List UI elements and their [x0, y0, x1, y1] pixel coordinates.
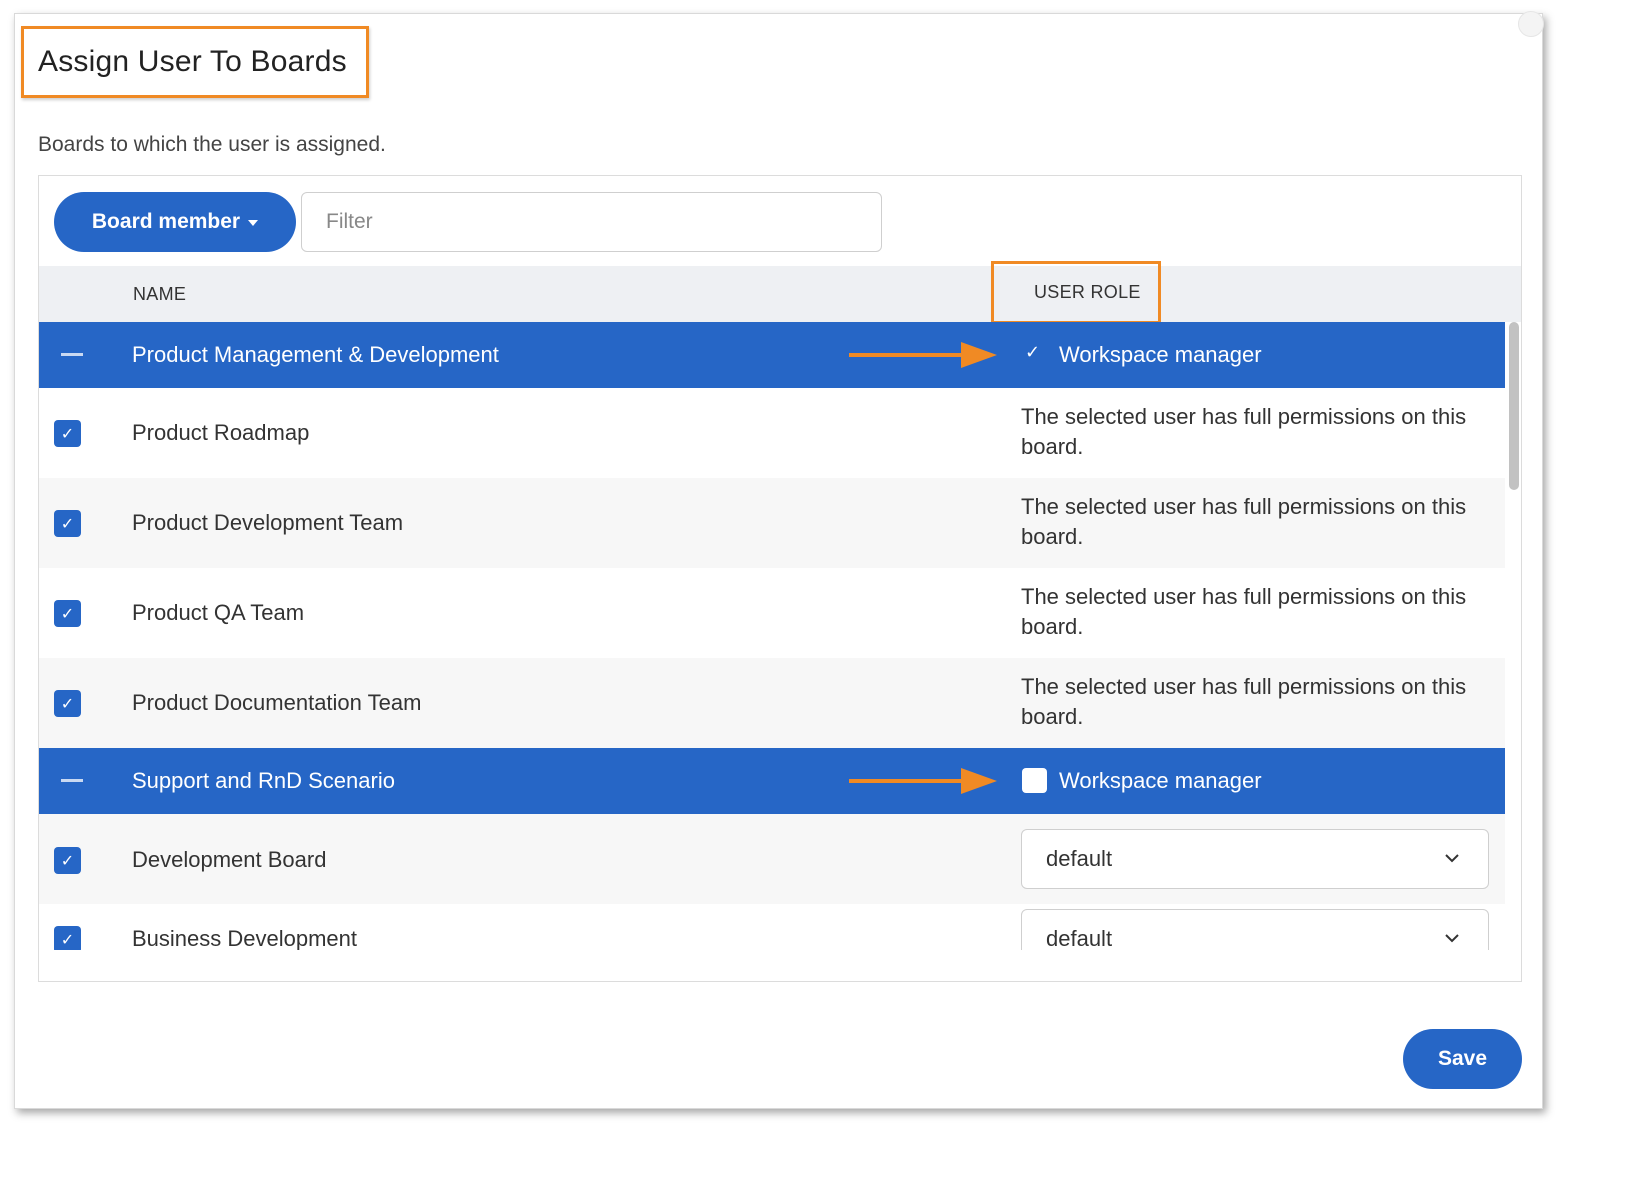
role-description: The selected user has full permissions o…: [1021, 402, 1481, 462]
collapse-icon[interactable]: [61, 353, 83, 356]
chevron-down-icon: [1445, 934, 1459, 943]
role-description-line: The selected user has full permissions o…: [1021, 584, 1467, 609]
role-description: The selected user has full permissions o…: [1021, 672, 1481, 732]
role-dropdown-button[interactable]: Board member: [54, 192, 296, 252]
role-description-line: The selected user has full permissions o…: [1021, 674, 1467, 699]
board-name: Product QA Team: [132, 600, 305, 625]
group-row[interactable]: Product Management & Development ✓ Works…: [39, 322, 1505, 388]
role-select-value: default: [1046, 846, 1113, 871]
save-button[interactable]: Save: [1403, 1029, 1522, 1089]
group-name: Product Management & Development: [132, 342, 499, 367]
checkmark-icon[interactable]: ✓: [1025, 342, 1040, 363]
table-header: NAME USER ROLE: [39, 261, 1521, 324]
role-description-line: board.: [1021, 524, 1084, 549]
board-checkbox[interactable]: ✓: [54, 926, 81, 950]
board-name: Development Board: [132, 847, 327, 872]
table-row: ✓ Product Roadmap The selected user has …: [39, 388, 1505, 478]
role-select-value: default: [1046, 926, 1113, 950]
group-row[interactable]: Support and RnD Scenario Workspace manag…: [39, 748, 1505, 814]
board-name: Product Development Team: [132, 510, 404, 535]
caret-down-icon: [248, 220, 259, 226]
collapse-icon[interactable]: [61, 779, 83, 782]
dialog-subtitle: Boards to which the user is assigned.: [38, 133, 386, 156]
table-row: ✓ Product Documentation Team The selecte…: [39, 658, 1505, 748]
board-checkbox[interactable]: ✓: [54, 510, 81, 537]
table-body: Product Management & Development ✓ Works…: [39, 322, 1505, 950]
group-name: Support and RnD Scenario: [132, 768, 395, 793]
role-dropdown-label: Board member: [91, 210, 241, 233]
board-name: Product Documentation Team: [132, 690, 422, 715]
title-highlight: Assign User To Boards: [21, 26, 369, 98]
role-select[interactable]: default: [1021, 829, 1489, 889]
chevron-down-icon: [1445, 854, 1459, 863]
assign-boards-dialog: Assign User To Boards Boards to which th…: [14, 11, 1544, 1109]
board-checkbox[interactable]: ✓: [54, 420, 81, 447]
scrollbar[interactable]: [1507, 322, 1521, 950]
board-checkbox[interactable]: ✓: [54, 690, 81, 717]
filter-input[interactable]: [301, 192, 882, 252]
role-description-line: The selected user has full permissions o…: [1021, 404, 1467, 429]
boards-panel: Board member NAME USER ROLE Product Mana…: [38, 175, 1522, 982]
role-select[interactable]: default: [1021, 909, 1489, 950]
table-row: ✓ Business Development default: [39, 904, 1505, 950]
arrow-right-icon: [849, 768, 997, 794]
dialog-title: Assign User To Boards: [38, 45, 347, 78]
role-description: The selected user has full permissions o…: [1021, 582, 1481, 642]
role-description-line: board.: [1021, 434, 1084, 459]
board-checkbox[interactable]: ✓: [54, 847, 81, 874]
board-checkbox[interactable]: ✓: [54, 600, 81, 627]
board-name: Business Development: [132, 926, 358, 950]
role-description-line: board.: [1021, 614, 1084, 639]
role-description-line: board.: [1021, 704, 1084, 729]
table-row: ✓ Product Development Team The selected …: [39, 478, 1505, 568]
scrollbar-thumb[interactable]: [1509, 322, 1519, 490]
role-description: The selected user has full permissions o…: [1021, 492, 1481, 552]
user-role-header-label: USER ROLE: [1034, 282, 1141, 302]
role-description-line: The selected user has full permissions o…: [1021, 494, 1467, 519]
workspace-manager-label: Workspace manager: [1059, 342, 1262, 367]
save-button-label: Save: [1437, 1047, 1488, 1070]
column-header-name: NAME: [133, 284, 187, 304]
arrow-right-icon: [849, 342, 997, 368]
column-header-user-role: USER ROLE: [991, 261, 1161, 324]
workspace-manager-label: Workspace manager: [1059, 768, 1262, 793]
table-row: ✓ Product QA Team The selected user has …: [39, 568, 1505, 658]
close-button[interactable]: [1518, 11, 1544, 37]
workspace-manager-checkbox[interactable]: [1022, 768, 1047, 793]
board-name: Product Roadmap: [132, 420, 310, 445]
table-row: ✓ Development Board default: [39, 814, 1505, 904]
